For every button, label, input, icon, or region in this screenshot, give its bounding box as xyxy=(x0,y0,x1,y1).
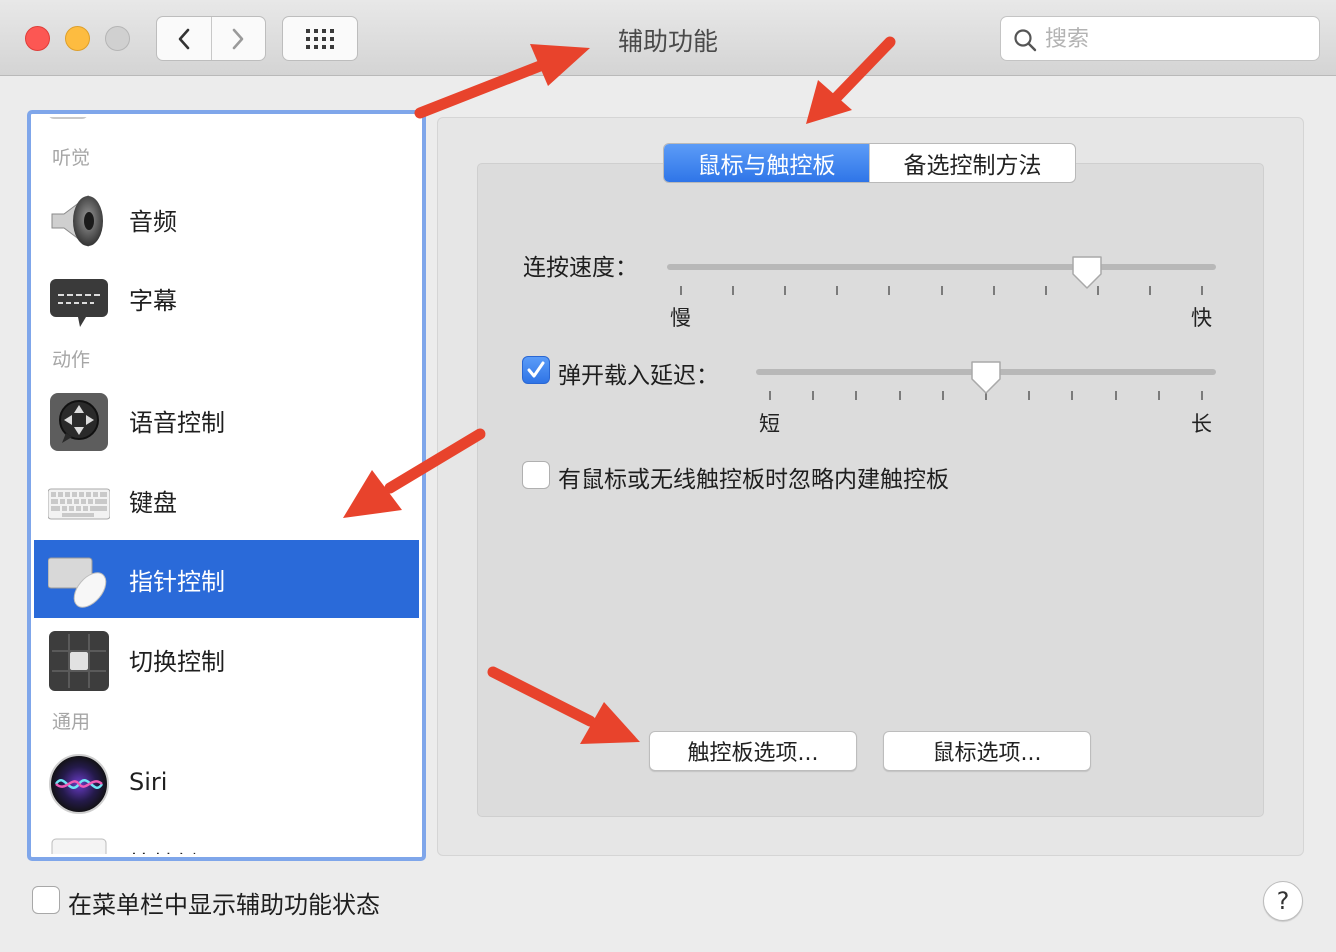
search-input[interactable] xyxy=(1045,23,1305,55)
minimize-window-button[interactable] xyxy=(65,26,90,51)
sidebar-list: 听觉 音频 字幕 动作 语音控制 键盘 指针控制 切换控制 通用 Siri xyxy=(34,117,419,854)
slider-track xyxy=(667,264,1216,270)
show-all-button[interactable] xyxy=(282,16,358,61)
slider-tick xyxy=(1028,391,1031,400)
sidebar-item-switch-control[interactable]: 切换控制 xyxy=(34,620,419,698)
back-button[interactable] xyxy=(157,17,211,60)
slider-max-label: 快 xyxy=(1191,306,1212,330)
sidebar-item-siri[interactable]: Siri xyxy=(34,743,419,821)
slider-tick xyxy=(855,391,858,400)
tab-mouse-trackpad[interactable]: 鼠标与触控板 xyxy=(664,144,869,182)
sidebar-item-pointer-control[interactable]: 指针控制 xyxy=(34,540,419,618)
sidebar-item-voice-control[interactable]: 语音控制 xyxy=(34,381,419,459)
sidebar-item-label: 语音控制 xyxy=(129,408,225,437)
chevron-right-icon xyxy=(232,28,244,49)
slider-tick xyxy=(1071,391,1074,400)
search-icon xyxy=(1014,29,1037,52)
close-window-button[interactable] xyxy=(25,26,50,51)
slider-tick xyxy=(836,286,839,295)
slider-tick xyxy=(898,391,901,400)
sidebar-item-audio[interactable]: 音频 xyxy=(34,180,419,258)
slider-tick xyxy=(1201,391,1203,400)
sidebar-item-captions[interactable]: 字幕 xyxy=(34,259,419,337)
sidebar-item-label: 字幕 xyxy=(129,286,177,315)
slider-tick xyxy=(941,391,944,400)
chevron-left-icon xyxy=(178,28,190,49)
ignore-trackpad-label: 有鼠标或无线触控板时忽略内建触控板 xyxy=(558,467,949,493)
slider-min-label: 短 xyxy=(759,412,780,436)
section-header-general: 通用 xyxy=(52,711,91,733)
sidebar[interactable]: 听觉 音频 字幕 动作 语音控制 键盘 指针控制 切换控制 通用 Siri xyxy=(27,110,426,861)
ignore-trackpad-checkbox[interactable] xyxy=(522,461,550,489)
slider-thumb[interactable] xyxy=(1070,254,1104,290)
slider-tick xyxy=(784,286,787,295)
slider-tick xyxy=(1157,391,1160,400)
forward-button[interactable] xyxy=(210,17,266,60)
slider-tick xyxy=(769,391,771,400)
spring-loading-checkbox[interactable] xyxy=(522,356,550,384)
captions-icon xyxy=(50,279,108,327)
help-button[interactable]: ? xyxy=(1263,881,1303,921)
sidebar-item-label: 音频 xyxy=(129,207,177,236)
window-title: 辅助功能 xyxy=(617,27,718,56)
menubar-status-checkbox[interactable] xyxy=(32,886,60,914)
slider-tick xyxy=(940,286,943,295)
speaker-icon xyxy=(51,195,103,247)
slider-min-label: 慢 xyxy=(670,306,691,330)
sidebar-item-label: Siri xyxy=(129,768,168,796)
spring-loading-label: 弹开载入延迟： xyxy=(558,363,719,389)
section-header-motor: 动作 xyxy=(52,349,91,371)
slider-max-label: 长 xyxy=(1191,412,1212,436)
trackpad-options-button[interactable]: 触控板选项... xyxy=(649,731,857,771)
slider-tick xyxy=(1044,286,1047,295)
mouse-options-button[interactable]: 鼠标选项... xyxy=(883,731,1091,771)
sidebar-item-label: 切换控制 xyxy=(129,647,225,676)
slider-tick xyxy=(1201,286,1203,295)
voice-control-icon xyxy=(50,393,108,451)
menubar-status-label: 在菜单栏中显示辅助功能状态 xyxy=(68,891,380,919)
zoom-window-button[interactable] xyxy=(105,26,130,51)
siri-icon xyxy=(49,754,109,814)
tab-alternate-control-methods[interactable]: 备选控制方法 xyxy=(869,144,1075,182)
slider-tick xyxy=(1148,286,1151,295)
double-click-speed-label: 连按速度： xyxy=(523,255,638,281)
slider-thumb[interactable] xyxy=(969,359,1003,395)
search-field[interactable] xyxy=(1000,16,1320,61)
slider-tick xyxy=(680,286,682,295)
slider-tick xyxy=(888,286,891,295)
keyboard-icon xyxy=(48,488,110,520)
grid-icon xyxy=(306,28,334,49)
sidebar-item-shortcut[interactable]: 快捷键 xyxy=(34,823,419,854)
scrolled-item-edge xyxy=(48,117,88,119)
navigation-group xyxy=(156,16,266,61)
section-header-hearing: 听觉 xyxy=(52,147,91,169)
pointer-control-icon xyxy=(48,557,107,608)
slider-tick xyxy=(812,391,815,400)
switch-control-icon xyxy=(49,631,109,691)
checkmark-icon xyxy=(527,361,545,378)
slider-tick xyxy=(1114,391,1117,400)
slider-tick xyxy=(992,286,995,295)
sidebar-item-keyboard[interactable]: 键盘 xyxy=(34,461,419,539)
slider-tick xyxy=(732,286,735,295)
title-bar: 辅助功能 xyxy=(0,0,1336,76)
shortcut-icon xyxy=(51,838,107,854)
sidebar-item-label: 键盘 xyxy=(129,488,177,517)
tab-bar: 鼠标与触控板 备选控制方法 xyxy=(663,143,1076,183)
sidebar-item-label: 指针控制 xyxy=(129,567,225,596)
sidebar-item-label: 快捷键 xyxy=(129,845,201,855)
